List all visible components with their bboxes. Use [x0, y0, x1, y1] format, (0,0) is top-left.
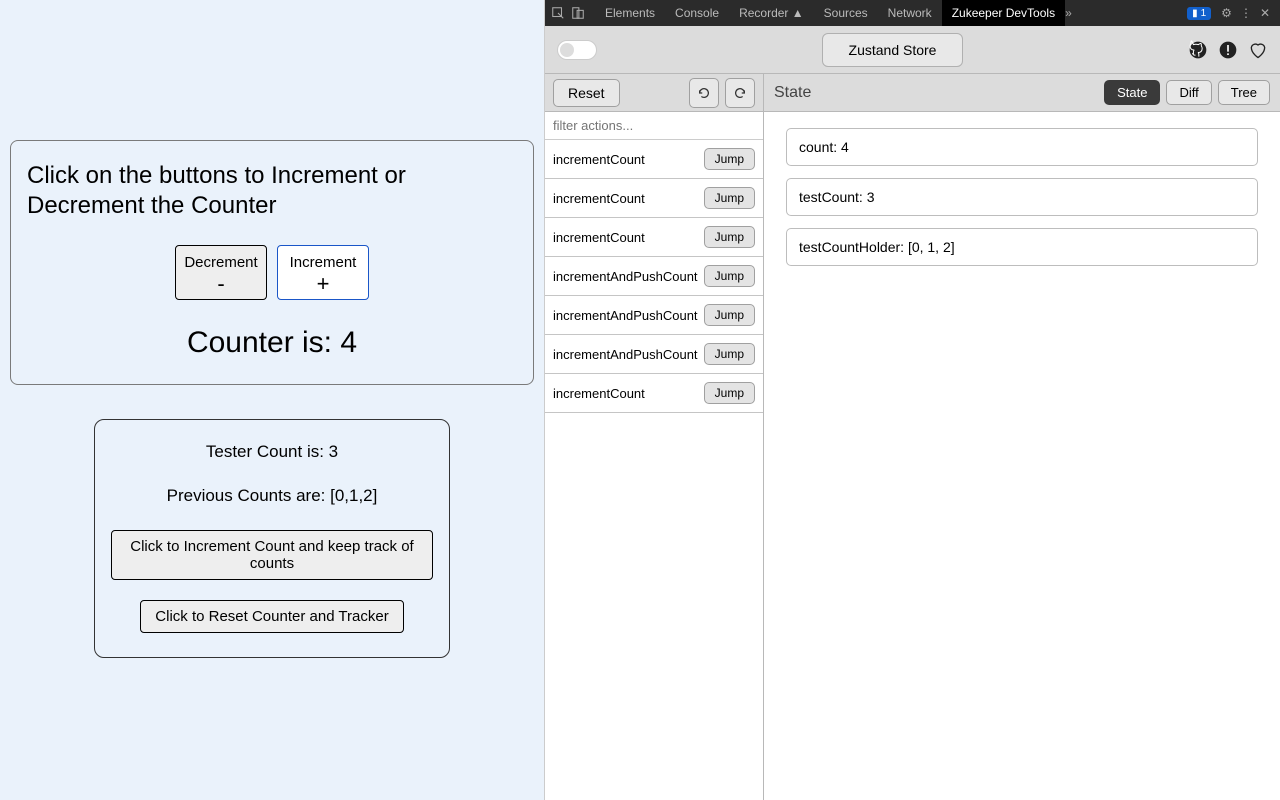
gear-icon[interactable]: ⚙ [1221, 6, 1232, 20]
counter-button-row: Decrement - Increment + [27, 245, 517, 300]
state-item: testCountHolder: [0, 1, 2] [786, 228, 1258, 266]
previous-counts: Previous Counts are: [0,1,2] [111, 486, 433, 506]
state-body: count: 4 testCount: 3 testCountHolder: [0,… [764, 112, 1280, 294]
decrement-button[interactable]: Decrement - [175, 245, 267, 300]
action-row[interactable]: incrementCount Jump [545, 374, 763, 413]
close-icon[interactable]: ✕ [1260, 6, 1270, 20]
jump-button[interactable]: Jump [704, 187, 755, 209]
dark-mode-toggle[interactable] [557, 40, 597, 60]
device-icon [571, 6, 585, 20]
tester-card: Tester Count is: 3 Previous Counts are: … [94, 419, 450, 658]
undo-icon [697, 86, 711, 100]
tab-console[interactable]: Console [665, 0, 729, 26]
kebab-icon[interactable]: ⋮ [1240, 6, 1252, 20]
jump-button[interactable]: Jump [704, 304, 755, 326]
state-title: State [774, 84, 811, 102]
action-row[interactable]: incrementCount Jump [545, 140, 763, 179]
state-column: State State Diff Tree count: 4 testCount:… [764, 74, 1280, 800]
store-button[interactable]: Zustand Store [822, 33, 964, 67]
state-toolbar: State State Diff Tree [764, 74, 1280, 112]
action-row[interactable]: incrementCount Jump [545, 179, 763, 218]
action-row[interactable]: incrementAndPushCount Jump [545, 335, 763, 374]
jump-button[interactable]: Jump [704, 343, 755, 365]
tab-elements[interactable]: Elements [595, 0, 665, 26]
jump-button[interactable]: Jump [704, 265, 755, 287]
tab-network[interactable]: Network [878, 0, 942, 26]
redo-button[interactable] [725, 78, 755, 108]
extension-body: Reset incrementCount Jump incrementCount Ju… [545, 74, 1280, 800]
heart-icon[interactable] [1248, 40, 1268, 60]
reset-tracker-button[interactable]: Click to Reset Counter and Tracker [140, 600, 403, 633]
tab-recorder[interactable]: Recorder ▲ [729, 0, 814, 26]
tester-count: Tester Count is: 3 [111, 442, 433, 462]
demo-app: Click on the buttons to Increment or Dec… [0, 0, 544, 800]
action-label: incrementAndPushCount [553, 308, 698, 323]
action-label: incrementAndPushCount [553, 347, 698, 362]
filter-actions-input[interactable] [545, 112, 763, 140]
devtools-panel: Elements Console Recorder ▲ Sources Netw… [544, 0, 1280, 800]
undo-button[interactable] [689, 78, 719, 108]
redo-icon [733, 86, 747, 100]
action-label: incrementCount [553, 230, 645, 245]
github-icon[interactable] [1188, 40, 1208, 60]
action-label: incrementCount [553, 386, 645, 401]
decrement-label: Decrement [176, 254, 266, 271]
action-row[interactable]: incrementAndPushCount Jump [545, 296, 763, 335]
state-item: testCount: 3 [786, 178, 1258, 216]
action-row[interactable]: incrementCount Jump [545, 218, 763, 257]
action-label: incrementCount [553, 191, 645, 206]
tab-sources[interactable]: Sources [814, 0, 878, 26]
increment-label: Increment [278, 254, 368, 271]
actions-list: incrementCountJumpincrementCountJumpincr… [545, 140, 763, 413]
jump-button[interactable]: Jump [704, 226, 755, 248]
devtools-tab-bar: Elements Console Recorder ▲ Sources Netw… [545, 0, 1280, 26]
counter-value: Counter is: 4 [27, 326, 517, 360]
increment-button[interactable]: Increment + [277, 245, 369, 300]
reset-button[interactable]: Reset [553, 79, 620, 107]
track-button[interactable]: Click to Increment Count and keep track … [111, 530, 433, 580]
issues-count: 1 [1201, 8, 1207, 19]
counter-heading: Click on the buttons to Increment or Dec… [27, 161, 517, 221]
minus-icon: - [176, 273, 266, 295]
issues-badge[interactable]: ▮ 1 [1187, 7, 1211, 20]
action-row[interactable]: incrementAndPushCount Jump [545, 257, 763, 296]
jump-button[interactable]: Jump [704, 382, 755, 404]
tab-zukeeper[interactable]: Zukeeper DevTools [942, 0, 1065, 26]
view-tabs: State Diff Tree [1104, 80, 1270, 105]
view-tab-state[interactable]: State [1104, 80, 1160, 105]
extension-header: Zustand Store [545, 26, 1280, 74]
alert-icon[interactable] [1218, 40, 1238, 60]
jump-button[interactable]: Jump [704, 148, 755, 170]
state-item: count: 4 [786, 128, 1258, 166]
action-label: incrementCount [553, 152, 645, 167]
actions-column: Reset incrementCount Jump incrementCount Ju… [545, 74, 764, 800]
plus-icon: + [278, 273, 368, 295]
view-tab-diff[interactable]: Diff [1166, 80, 1211, 105]
inspect-icon [551, 6, 565, 20]
more-tabs-icon[interactable]: » [1065, 6, 1072, 20]
header-icons [1188, 40, 1268, 60]
view-tab-tree[interactable]: Tree [1218, 80, 1270, 105]
counter-card: Click on the buttons to Increment or Dec… [10, 140, 534, 385]
actions-toolbar: Reset [545, 74, 763, 112]
chat-icon: ▮ [1192, 8, 1198, 19]
inspect-tools[interactable] [551, 6, 585, 20]
action-label: incrementAndPushCount [553, 269, 698, 284]
